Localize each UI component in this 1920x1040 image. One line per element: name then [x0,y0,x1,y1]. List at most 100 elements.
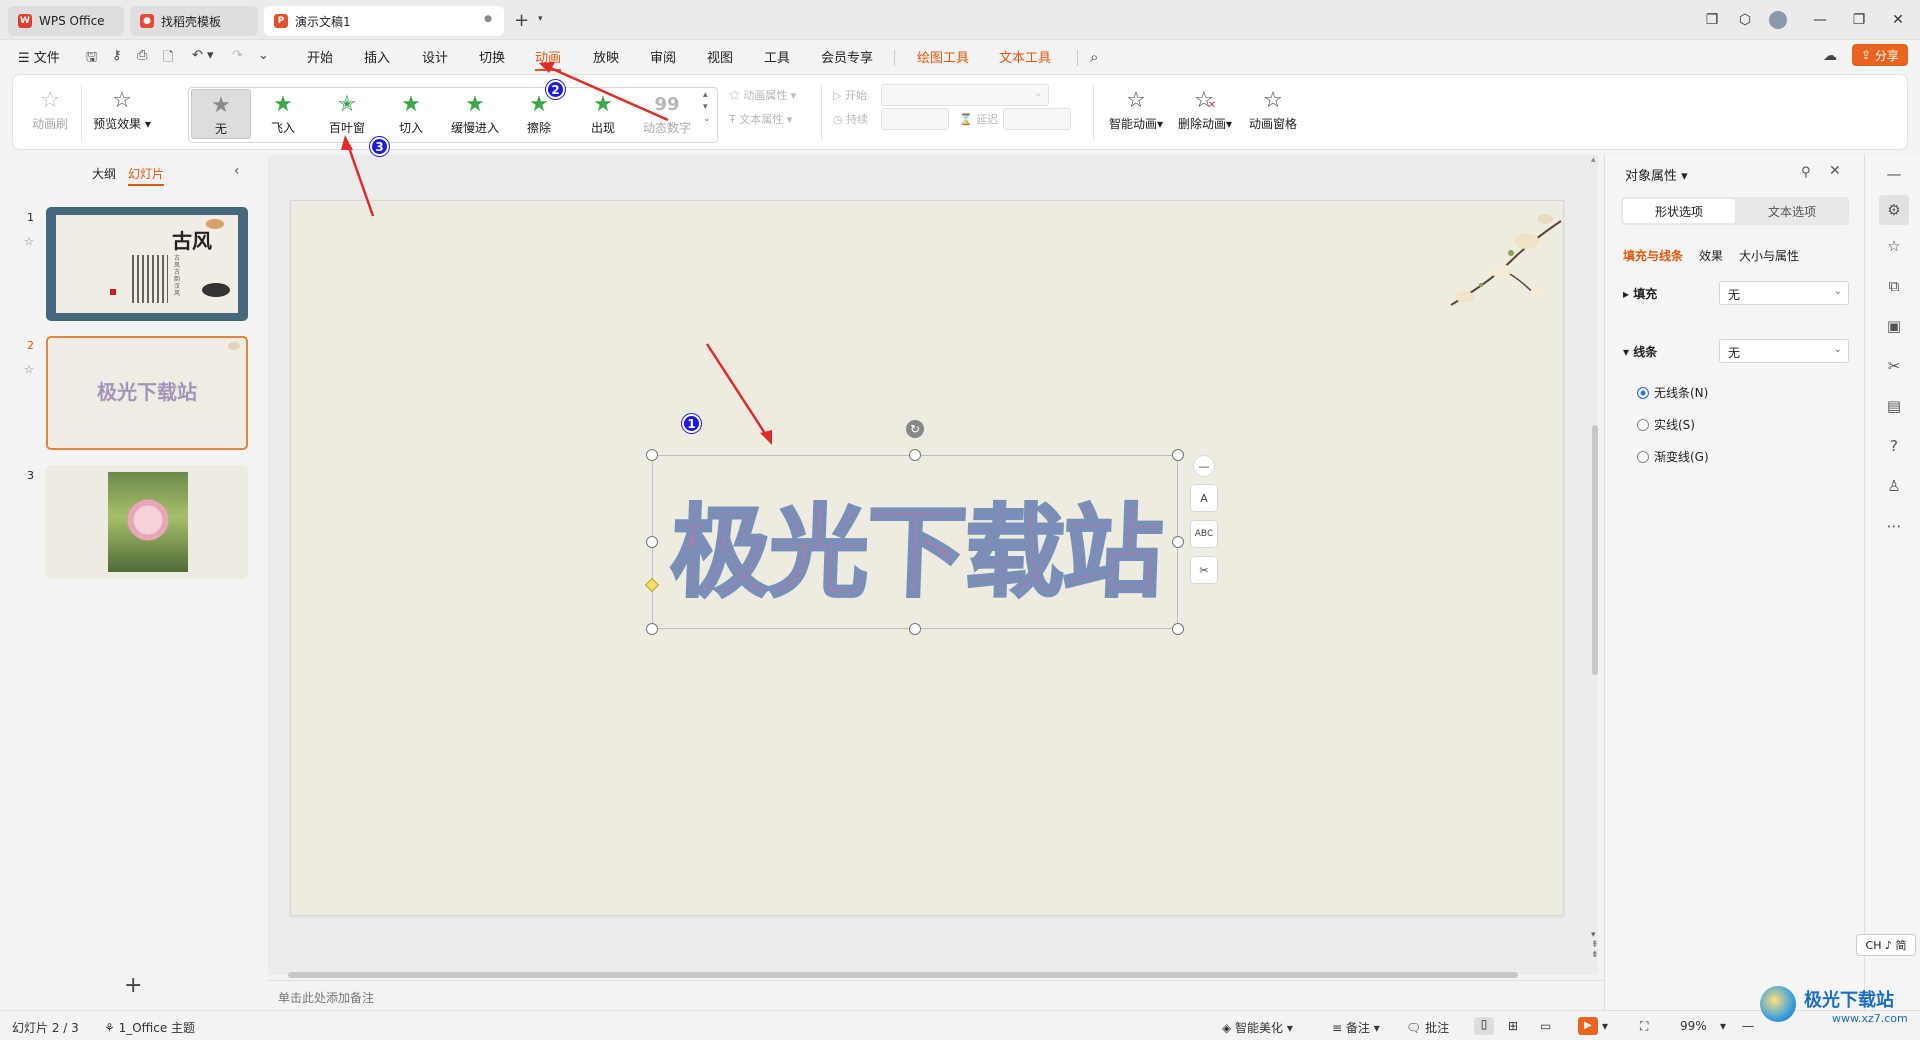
new-tab-icon[interactable]: + [514,10,529,31]
play-slideshow-icon[interactable]: ▶ [1578,1017,1598,1035]
tab-outline[interactable]: 大纲 [92,165,116,182]
resize-handle[interactable] [1172,536,1184,548]
menu-item-slideshow[interactable]: 放映 [593,47,619,66]
restore-icon[interactable]: ❐ [1847,8,1871,32]
spellcheck-icon[interactable]: ABC [1190,520,1218,548]
animation-pane-button[interactable]: ☆ 动画窗格 [1243,85,1303,132]
notes-button[interactable]: ≡ 备注 ▾ [1332,1019,1380,1036]
chevron-down-icon[interactable]: ▾ [538,14,543,24]
radio-solid-line[interactable]: 实线(S) [1637,416,1695,433]
print-preview-icon[interactable]: 🗋 [163,48,173,70]
share-button[interactable]: ⇪ 分享 [1852,44,1908,66]
save-icon[interactable]: 🖫 [86,48,97,70]
collapse-panel-icon[interactable]: ‹ [234,163,240,179]
slide-thumbnail-3[interactable] [46,465,248,579]
delete-animation-button[interactable]: ☆ ✕ 删除动画▾ [1173,85,1237,132]
search-icon[interactable]: ⌕ [1090,48,1098,66]
shirt-icon[interactable]: ♙ [1883,475,1905,497]
resize-handle[interactable] [909,623,921,635]
tab-shape-options[interactable]: 形状选项 [1623,199,1735,223]
minimize-icon[interactable]: — [1808,8,1832,32]
animation-star-icon[interactable]: ☆ [1883,235,1905,257]
scroll-down-icon[interactable]: ▾ ⇞ ⇟ [1591,930,1599,960]
menu-item-drawing-tools[interactable]: 绘图工具 [917,47,969,66]
duration-spinner[interactable] [881,108,949,130]
tab-wps-office[interactable]: W WPS Office [8,6,124,36]
menu-item-view[interactable]: 视图 [707,47,733,66]
slide-thumbnail-1[interactable]: 古风 古风古韵汉风 [46,207,248,321]
undo-icon[interactable]: ↶ ▾ [192,48,214,63]
animation-brush-button[interactable]: ☆ 动画刷 [27,85,73,132]
gallery-scroll-icon[interactable]: ▴ ▾ ⌄ [703,89,711,125]
add-slide-icon[interactable]: + [124,973,142,998]
image-icon[interactable]: ▣ [1883,315,1905,337]
chat-icon[interactable]: ☁ [1823,48,1837,64]
smart-animation-button[interactable]: ☆ 智能动画▾ [1105,85,1167,132]
smart-beautify-button[interactable]: ◈ 智能美化 ▾ [1222,1019,1293,1036]
tab-presentation[interactable]: P 演示文稿1 ● [264,6,504,36]
horizontal-scrollbar[interactable] [288,972,1518,978]
resize-handle[interactable] [646,449,658,461]
subtab-effects[interactable]: 效果 [1699,247,1723,264]
comments-button[interactable]: 🗨 批注 [1406,1019,1449,1036]
tools-icon[interactable]: ✂ [1883,355,1905,377]
print-icon[interactable]: ⎙ [137,48,147,63]
resize-handle[interactable] [1172,623,1184,635]
gallery-item-slow-enter[interactable]: ★ 缓慢进入 [445,89,505,136]
delay-spinner[interactable] [1003,108,1071,130]
tools-icon[interactable]: ✂ [1190,556,1218,584]
zoom-minus-icon[interactable]: — [1742,1019,1754,1033]
preview-effect-button[interactable]: ☆ 预览效果 ▾ [89,85,155,132]
notes-area[interactable]: 单击此处添加备注 [268,980,1604,1010]
start-dropdown[interactable]: ⌄ [881,84,1049,106]
help-icon[interactable]: ? [1883,435,1905,457]
properties-icon[interactable]: ⚙ [1879,195,1909,225]
gallery-item-blinds[interactable]: ✭ 百叶窗 [317,89,377,136]
more-chevron-icon[interactable]: ⌄ [258,48,269,63]
panel-title[interactable]: 对象属性 ▾ [1625,165,1688,184]
avatar[interactable] [1766,8,1790,32]
theme-indicator[interactable]: ⚘ 1_Office 主题 [104,1019,195,1036]
selected-text-box[interactable]: 极光下载站 [652,455,1178,629]
redo-icon[interactable]: ↷ [232,48,243,63]
fit-window-icon[interactable]: ⛶ [1640,1019,1648,1034]
zoom-out-icon[interactable]: ▾ [1720,1019,1726,1033]
window-layout-icon[interactable]: ❐ [1700,8,1724,32]
tab-slides[interactable]: 幻灯片 [128,165,165,186]
vertical-scrollbar[interactable] [1592,425,1598,675]
book-icon[interactable]: ▤ [1883,395,1905,417]
tab-text-options[interactable]: 文本选项 [1737,199,1847,223]
resize-handle[interactable] [1172,449,1184,461]
slide-thumbnail-2[interactable]: 极光下载站 [46,336,248,450]
ime-indicator[interactable]: CH ♪ 简 [1856,934,1916,956]
fill-section[interactable]: ▸ 填充 [1623,285,1657,302]
gallery-item-cut-in[interactable]: ★ 切入 [381,89,441,136]
gallery-item-appear[interactable]: ★ 出现 [573,89,633,136]
pin-icon[interactable]: ⚲ [1801,165,1811,180]
menu-item-design[interactable]: 设计 [422,47,448,66]
rotate-handle-icon[interactable]: ↻ [906,420,924,438]
minimize-sidebar-icon[interactable]: — [1883,163,1905,185]
close-icon[interactable]: ✕ [1886,8,1910,32]
gallery-item-dynamic-number[interactable]: 99 动态数字 [637,89,697,136]
resize-handle[interactable] [646,536,658,548]
radio-no-line[interactable]: 无线条(N) [1637,384,1708,401]
menu-item-home[interactable]: 开始 [307,47,333,66]
line-section[interactable]: ▾ 线条 [1623,343,1657,360]
cube-icon[interactable]: ⬡ [1733,8,1757,32]
gallery-item-none[interactable]: ★ 无 [191,89,251,139]
scroll-up-icon[interactable]: ▴ [1591,155,1599,167]
chevron-down-icon[interactable]: ▾ [1602,1019,1608,1033]
subtab-size-props[interactable]: 大小与属性 [1739,247,1799,264]
text-style-icon[interactable]: A [1190,484,1218,512]
fill-dropdown[interactable]: 无 ⌄ [1719,281,1849,305]
normal-view-icon[interactable]: ▯ [1474,1017,1494,1035]
reading-view-icon[interactable]: ▭ [1540,1019,1551,1033]
collapse-toolbar-icon[interactable]: — [1193,455,1215,477]
more-icon[interactable]: ⋯ [1883,515,1905,537]
text-props-button[interactable]: Ŧ 文本属性 ▾ [729,111,792,127]
close-panel-icon[interactable]: ✕ [1829,163,1841,179]
line-dropdown[interactable]: 无 ⌄ [1719,339,1849,363]
menu-item-tools[interactable]: 工具 [764,47,790,66]
menu-item-animation[interactable]: 动画 [535,47,562,71]
